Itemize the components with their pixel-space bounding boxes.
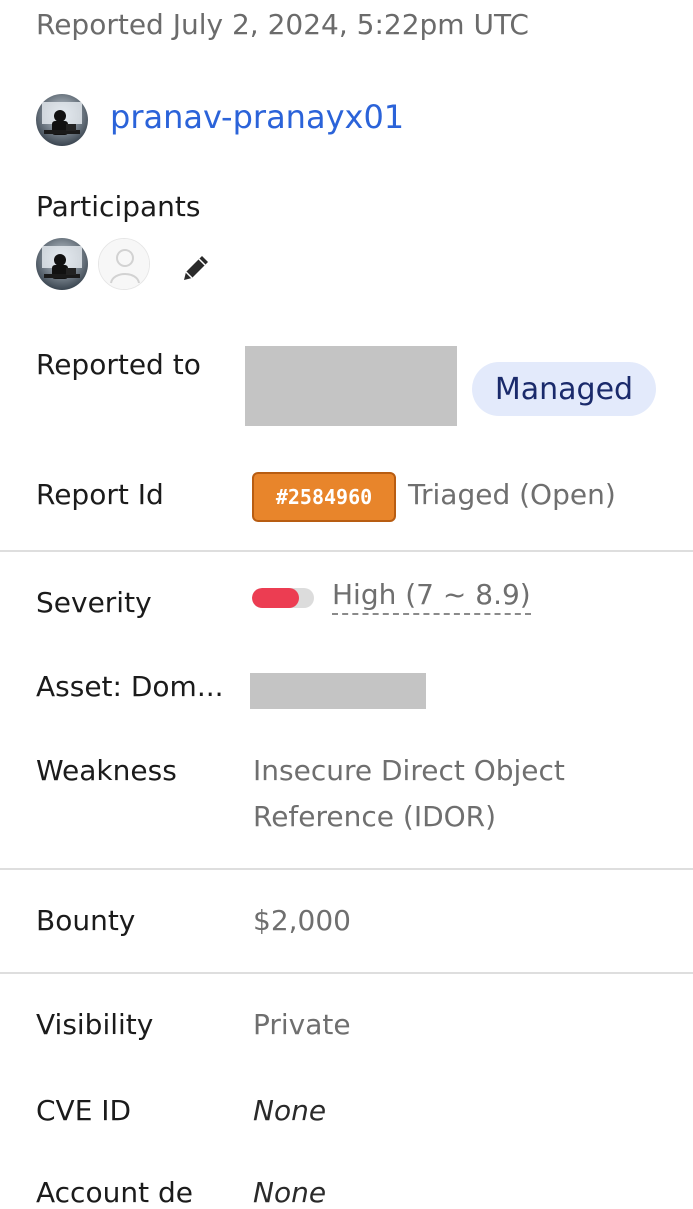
participants-label: Participants (36, 190, 201, 223)
report-id-label: Report Id (36, 478, 164, 511)
cve-id-value: None (253, 1094, 327, 1127)
visibility-value: Private (253, 1008, 351, 1041)
bounty-label: Bounty (36, 904, 136, 937)
report-status: Triaged (Open) (408, 478, 616, 511)
divider (0, 972, 693, 974)
account-details-value: None (253, 1176, 327, 1209)
weakness-value-line2[interactable]: Reference (IDOR) (253, 800, 496, 833)
asset-label: Asset: Dom... (36, 670, 224, 703)
divider (0, 550, 693, 552)
reported-timestamp: Reported July 2, 2024, 5:22pm UTC (36, 8, 529, 41)
severity-indicator (252, 588, 314, 608)
cve-id-label: CVE ID (36, 1094, 132, 1127)
managed-badge: Managed (472, 362, 656, 416)
redacted-asset-value (250, 673, 426, 709)
severity-indicator-fill (252, 588, 299, 608)
divider (0, 868, 693, 870)
user-silhouette-icon (99, 239, 149, 289)
participant-avatar-2[interactable] (98, 238, 150, 290)
bounty-value: $2,000 (253, 904, 351, 937)
pencil-icon[interactable] (178, 250, 214, 286)
redacted-program-logo (245, 346, 457, 426)
visibility-label: Visibility (36, 1008, 154, 1041)
account-details-label: Account de (36, 1176, 193, 1209)
severity-label: Severity (36, 586, 152, 619)
severity-value[interactable]: High (7 ~ 8.9) (332, 578, 531, 615)
weakness-value-line1[interactable]: Insecure Direct Object (253, 754, 565, 787)
reporter-username-link[interactable]: pranav-pranayx01 (110, 98, 404, 136)
participant-avatar-1[interactable] (36, 238, 88, 290)
reported-to-label: Reported to (36, 348, 201, 381)
weakness-label: Weakness (36, 754, 177, 787)
reporter-avatar[interactable] (36, 94, 88, 146)
report-id-badge[interactable]: #2584960 (252, 472, 396, 522)
